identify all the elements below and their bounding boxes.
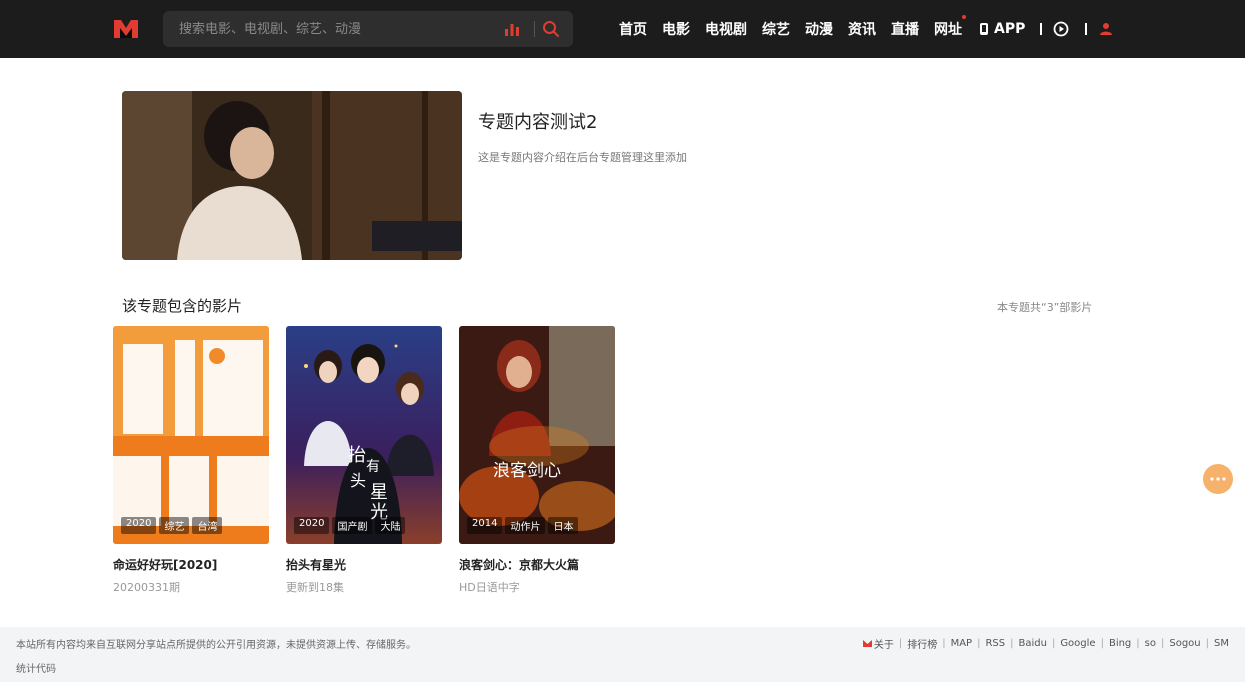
app-icon (980, 23, 988, 35)
movie-tags: 2020 综艺 台湾 (121, 517, 223, 534)
movie-subtitle: 20200331期 (113, 581, 180, 594)
new-dot-icon (962, 15, 966, 19)
user-icon[interactable] (1097, 20, 1115, 38)
footer-links: 关于 | 排行榜 | MAP | RSS | Baidu | Google | … (862, 636, 1229, 651)
nav-item-variety[interactable]: 综艺 (762, 19, 790, 39)
svg-text:抬: 抬 (348, 445, 366, 466)
movie-region: 台湾 (192, 517, 223, 534)
movie-card[interactable]: 抬 有 头 星 光 2020 国产剧 大陆 抬头有星光 更新到18集 (286, 326, 442, 595)
footer-link-rss[interactable]: RSS (985, 638, 1005, 649)
more-menu-button[interactable] (1203, 464, 1233, 494)
movie-genre: 综艺 (159, 517, 190, 534)
footer-link-map[interactable]: MAP (951, 638, 973, 649)
footer-divider: | (1160, 638, 1165, 649)
nav-item-sites[interactable]: 网址 (934, 15, 966, 39)
movie-tags: 2020 国产剧 大陆 (294, 517, 406, 534)
movie-subtitle: 更新到18集 (286, 581, 344, 594)
more-dots-icon (1210, 477, 1226, 481)
footer-divider: | (1136, 638, 1140, 649)
movie-region: 大陆 (375, 517, 406, 534)
movie-poster[interactable]: 浪客剑心 2014 动作片 日本 (459, 326, 615, 544)
movie-title[interactable]: 命运好好玩[2020] (113, 556, 269, 573)
footer-link-about[interactable]: 关于 (874, 636, 894, 651)
movie-subtitle: HD日语中字 (459, 581, 520, 594)
section-title: 该专题包含的影片 (122, 297, 243, 315)
footer-divider: | (898, 638, 903, 649)
movie-year: 2020 (294, 517, 330, 534)
movie-year: 2014 (467, 517, 503, 534)
mail-icon (862, 640, 872, 647)
nav-item-sites-label: 网址 (934, 22, 962, 38)
svg-text:浪客剑心: 浪客剑心 (493, 461, 561, 481)
history-icon[interactable] (1052, 20, 1070, 38)
search-input[interactable] (179, 11, 479, 47)
footer-stats: 统计代码 (16, 664, 56, 675)
footer-link-sm[interactable]: SM (1214, 638, 1229, 649)
nav-divider (1040, 23, 1043, 35)
movie-title[interactable]: 抬头有星光 (286, 556, 442, 573)
topic-description: 这是专题内容介绍在后台专题管理这里添加 (478, 151, 687, 164)
footer-link-google[interactable]: Google (1060, 638, 1095, 649)
nav-item-live[interactable]: 直播 (891, 19, 919, 39)
svg-text:有: 有 (366, 459, 380, 475)
movie-poster[interactable]: 抬 有 头 星 光 2020 国产剧 大陆 (286, 326, 442, 544)
main-nav: 首页 电影 电视剧 综艺 动漫 资讯 直播 网址 APP (619, 0, 1130, 58)
movie-title[interactable]: 浪客剑心：京都大火篇 (459, 556, 615, 573)
nav-divider (1085, 23, 1088, 35)
svg-text:星: 星 (370, 482, 388, 503)
movie-card[interactable]: 2020 综艺 台湾 命运好好玩[2020] 20200331期 (113, 326, 269, 595)
svg-text:头: 头 (350, 471, 366, 490)
footer-divider: | (942, 638, 946, 649)
section-count: 本专题共“3”部影片 (997, 301, 1093, 314)
footer-link-bing[interactable]: Bing (1109, 638, 1131, 649)
movie-poster[interactable]: 2020 综艺 台湾 (113, 326, 269, 544)
footer-link-rank[interactable]: 排行榜 (907, 636, 937, 651)
top-header: 首页 电影 电视剧 综艺 动漫 资讯 直播 网址 APP (0, 0, 1245, 58)
topic-cover-image (122, 91, 462, 260)
search-icon[interactable] (541, 19, 561, 39)
footer-divider: | (1100, 638, 1104, 649)
footer-divider: | (1205, 638, 1210, 649)
app-label: APP (994, 21, 1026, 37)
footer-link-sogou[interactable]: Sogou (1169, 638, 1200, 649)
footer-link-so[interactable]: so (1145, 638, 1156, 649)
footer-copyright: 本站所有内容均来自互联网分享站点所提供的公开引用资源，未提供资源上传、存储服务。 (16, 640, 416, 651)
movie-tags: 2014 动作片 日本 (467, 517, 579, 534)
movie-region: 日本 (548, 517, 579, 534)
nav-item-news[interactable]: 资讯 (848, 19, 876, 39)
nav-item-tv[interactable]: 电视剧 (705, 19, 747, 39)
footer-divider: | (977, 638, 981, 649)
page-footer: 本站所有内容均来自互联网分享站点所提供的公开引用资源，未提供资源上传、存储服务。… (0, 627, 1245, 682)
footer-divider: | (1010, 638, 1014, 649)
footer-link-baidu[interactable]: Baidu (1018, 638, 1046, 649)
search-box (163, 11, 573, 47)
movie-genre: 国产剧 (332, 517, 373, 534)
movie-genre: 动作片 (505, 517, 546, 534)
topic-title: 专题内容测试2 (478, 112, 598, 133)
hot-rank-icon[interactable] (503, 20, 521, 38)
nav-item-anime[interactable]: 动漫 (805, 19, 833, 39)
app-download-link[interactable]: APP (977, 21, 1025, 37)
footer-divider: | (1051, 638, 1056, 649)
movie-card[interactable]: 浪客剑心 2014 动作片 日本 浪客剑心：京都大火篇 HD日语中字 (459, 326, 615, 595)
nav-item-home[interactable]: 首页 (619, 19, 647, 39)
search-divider (534, 21, 535, 37)
site-logo[interactable] (113, 16, 139, 42)
movie-year: 2020 (121, 517, 157, 534)
nav-item-movie[interactable]: 电影 (662, 19, 690, 39)
